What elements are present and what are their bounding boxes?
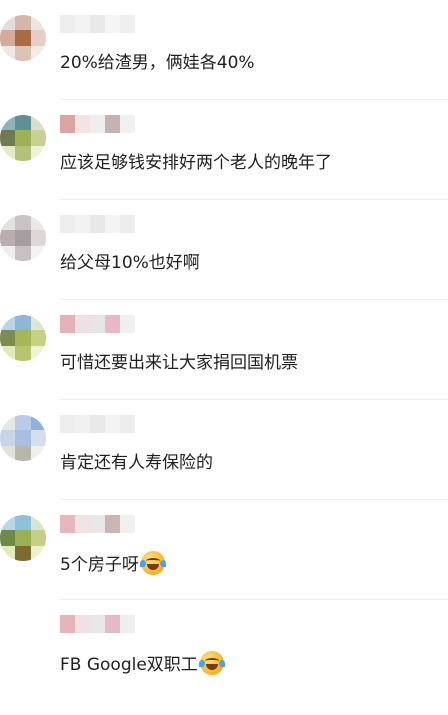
comment-text-content: 可惜还要出来让大家捐回国机票 bbox=[60, 353, 298, 373]
comment-text-content: 肯定还有人寿保险的 bbox=[60, 453, 213, 473]
comment-text-content: 给父母10%也好啊 bbox=[60, 253, 200, 273]
comment-text: 应该足够钱安排好两个老人的晚年了 bbox=[60, 151, 332, 175]
divider bbox=[60, 399, 448, 400]
comment-text-content: 应该足够钱安排好两个老人的晚年了 bbox=[60, 153, 332, 173]
divider bbox=[60, 99, 448, 100]
avatar[interactable] bbox=[0, 115, 46, 161]
avatar[interactable] bbox=[0, 315, 46, 361]
avatar[interactable] bbox=[0, 15, 46, 61]
comment-text: FB Google双职工 bbox=[60, 651, 225, 677]
username-blurred[interactable] bbox=[60, 415, 135, 433]
avatar[interactable] bbox=[0, 515, 46, 561]
divider bbox=[60, 599, 448, 600]
comment-text-content: 5个房子呀 bbox=[60, 555, 139, 575]
comment-list: 20%给渣男，俩娃各40% 应该足够钱安排好两个老人的晚年了 给父母10%也好啊可惜… bbox=[0, 0, 448, 685]
comment-text-content: 20%给渣男，俩娃各40% bbox=[60, 53, 255, 73]
comment-text: 20%给渣男，俩娃各40% bbox=[60, 51, 255, 75]
username-blurred[interactable] bbox=[60, 615, 135, 633]
comment-text: 给父母10%也好啊 bbox=[60, 251, 200, 275]
divider bbox=[60, 299, 448, 300]
divider bbox=[60, 199, 448, 200]
divider bbox=[60, 499, 448, 500]
grin-tears-icon bbox=[139, 551, 166, 575]
comment-item: 应该足够钱安排好两个老人的晚年了 bbox=[0, 115, 448, 215]
comment-text: 5个房子呀 bbox=[60, 551, 166, 577]
comment-item: 肯定还有人寿保险的 bbox=[0, 415, 448, 515]
avatar[interactable] bbox=[0, 615, 46, 661]
comment-item: 可惜还要出来让大家捐回国机票 bbox=[0, 315, 448, 415]
comment-text-content: FB Google双职工 bbox=[60, 655, 198, 675]
username-blurred[interactable] bbox=[60, 315, 135, 333]
avatar[interactable] bbox=[0, 215, 46, 261]
comment-item: 20%给渣男，俩娃各40% bbox=[0, 15, 448, 115]
comment-item: 给父母10%也好啊 bbox=[0, 215, 448, 315]
grin-tears-icon bbox=[198, 651, 225, 675]
comment-text: 肯定还有人寿保险的 bbox=[60, 451, 213, 475]
comment-item: 5个房子呀 bbox=[0, 515, 448, 615]
username-blurred[interactable] bbox=[60, 215, 135, 233]
comment-text: 可惜还要出来让大家捐回国机票 bbox=[60, 351, 298, 375]
username-blurred[interactable] bbox=[60, 15, 135, 33]
username-blurred[interactable] bbox=[60, 115, 135, 133]
comment-item: FB Google双职工 bbox=[0, 615, 448, 715]
username-blurred[interactable] bbox=[60, 515, 135, 533]
avatar[interactable] bbox=[0, 415, 46, 461]
